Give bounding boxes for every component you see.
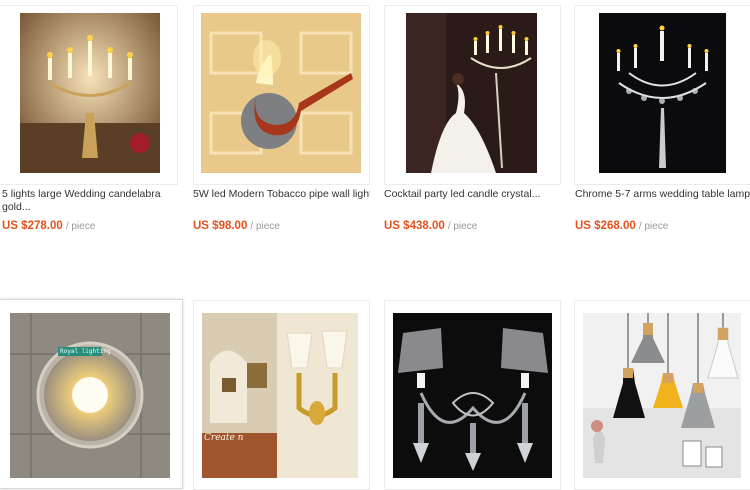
product-title[interactable]: 5W led Modern Tobacco pipe wall light... (193, 188, 370, 202)
price-row: US $438.00 / piece (384, 220, 477, 232)
price-row: US $278.00 / piece (2, 220, 95, 232)
price: US $278.00 (2, 220, 63, 232)
product-title[interactable]: 5 lights large Wedding candelabra gold..… (2, 188, 172, 214)
price-row: US $98.00 / piece (193, 220, 280, 232)
price-unit: / piece (447, 221, 478, 232)
product-image-chrome-table-lamp[interactable] (599, 13, 726, 173)
image-overlay-text: Royal lighting (60, 348, 111, 355)
price-unit: / piece (65, 221, 96, 232)
product-image-round-wall-light[interactable]: Royal lighting (10, 313, 170, 478)
price: US $438.00 (384, 220, 445, 232)
product-image-cone-pendant-lights[interactable] (583, 313, 741, 478)
price: US $98.00 (193, 220, 248, 232)
product-image-pipe-wall-light[interactable] (201, 13, 361, 173)
product-title[interactable]: Chrome 5-7 arms wedding table lamp... (575, 188, 750, 202)
product-image-crystal-candle[interactable] (406, 13, 537, 173)
price-unit: / piece (250, 221, 280, 232)
price-unit: / piece (638, 221, 669, 232)
product-image-gold-wall-sconce[interactable]: Create n (202, 313, 358, 478)
product-title[interactable]: Cocktail party led candle crystal... (384, 188, 561, 202)
product-image-candelabra[interactable] (20, 13, 160, 173)
image-overlay-text: Create n (204, 433, 244, 443)
price: US $268.00 (575, 220, 636, 232)
product-image-crystal-shade-sconce[interactable] (393, 313, 552, 478)
price-row: US $268.00 / piece (575, 220, 668, 232)
